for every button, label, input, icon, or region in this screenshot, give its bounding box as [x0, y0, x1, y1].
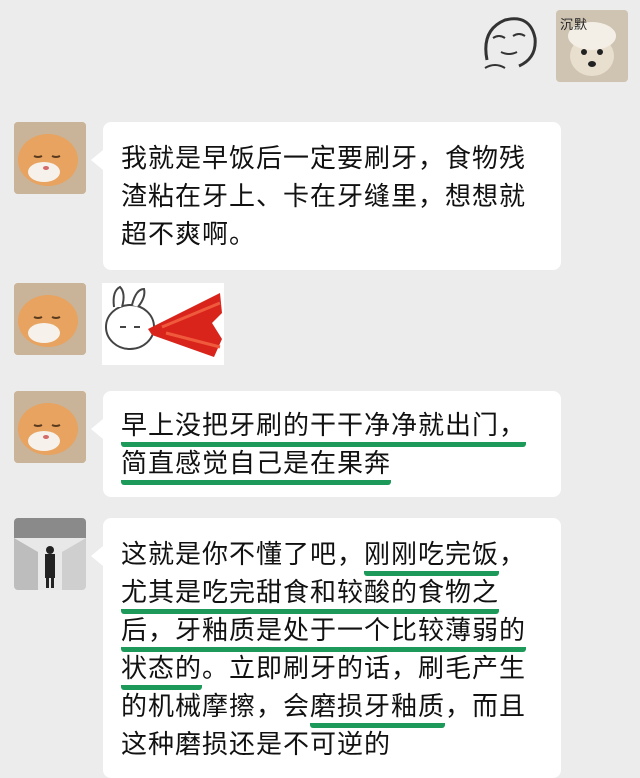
message-line: 状态的。立即刷牙的话，刷毛产生: [121, 650, 543, 690]
avatar-badge: 沉默: [560, 18, 589, 33]
message-bubble: 早上没把牙刷的干干净净就出门， 简直感觉自己是在果奔: [91, 391, 561, 497]
cat-avatar[interactable]: [14, 122, 86, 194]
underline-highlight: 尤其是吃完甜食和较酸的食物之: [121, 578, 500, 614]
text-segment: 。立即刷牙的话，刷毛产生: [202, 654, 527, 684]
underline-highlight: 早上没把牙刷的干干净净就出门，: [121, 411, 527, 447]
underline-highlight: 磨损牙釉质: [310, 692, 446, 728]
underline-highlight: 后，牙釉质是处于一个比较薄弱的: [121, 616, 527, 652]
underline-highlight: 刚刚吃完饭: [364, 540, 500, 576]
message-line: 超不爽啊。: [121, 220, 257, 250]
text-segment: 这就是你不懂了吧，: [121, 540, 365, 570]
message-line: 后，牙釉质是处于一个比较薄弱的: [121, 612, 543, 652]
text-segment: 的机械摩擦，会: [121, 692, 311, 722]
text-segment: ，: [499, 540, 527, 570]
message-line: 渣粘在牙上、卡在牙缝里，想想就: [121, 182, 527, 212]
text-segment: 这种磨损还是不可逆的: [121, 730, 392, 760]
cat-avatar[interactable]: [14, 391, 86, 463]
message-bubble: 我就是早饭后一定要刷牙，食物残 渣粘在牙上、卡在牙缝里，想想就 超不爽啊。: [91, 122, 561, 270]
message-line: 这就是你不懂了吧，刚刚吃完饭，: [121, 536, 543, 576]
message-line: 这种磨损还是不可逆的: [121, 726, 543, 764]
person-avatar[interactable]: [14, 518, 86, 590]
message-line: 尤其是吃完甜食和较酸的食物之: [121, 574, 543, 614]
message-line: 简直感觉自己是在果奔: [121, 445, 543, 485]
underline-highlight: 状态的: [121, 654, 203, 690]
underline-highlight: 简直感觉自己是在果奔: [121, 449, 392, 485]
message-line: 早上没把牙刷的干干净净就出门，: [121, 407, 543, 447]
cat-avatar[interactable]: [14, 283, 86, 355]
message-line: 的机械摩擦，会磨损牙釉质，而且: [121, 688, 543, 728]
face-sticker-icon: [475, 10, 545, 72]
dog-avatar[interactable]: 沉默: [556, 10, 628, 82]
rabbit-sticker-icon[interactable]: [102, 283, 224, 365]
message-line: 我就是早饭后一定要刷牙，食物残: [121, 144, 527, 174]
text-segment: ，而且: [445, 692, 527, 722]
message-bubble: 这就是你不懂了吧，刚刚吃完饭， 尤其是吃完甜食和较酸的食物之 后，牙釉质是处于一…: [91, 518, 561, 778]
